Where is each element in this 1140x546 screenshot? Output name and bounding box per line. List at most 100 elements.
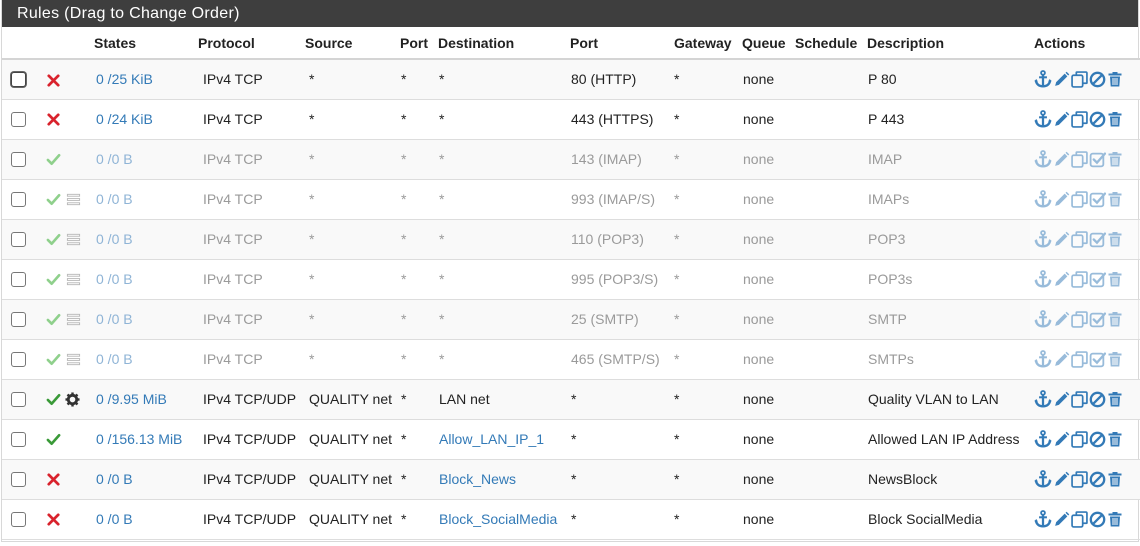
copy-icon[interactable] [1071, 430, 1088, 448]
rule-row[interactable]: 0 /0 B IPv4 TCP * * * 143 (IMAP) * none IMAP [2, 139, 1140, 180]
enable-icon[interactable] [1089, 231, 1107, 248]
states-link[interactable]: 0 /0 B [96, 231, 133, 247]
anchor-icon[interactable] [1034, 310, 1052, 328]
edit-pencil-icon[interactable] [1053, 431, 1070, 448]
rule-row[interactable]: 0 /0 B IPv4 TCP * * * 465 (SMTP/S) * none SMTPs [2, 339, 1140, 380]
edit-pencil-icon[interactable] [1053, 311, 1070, 328]
disable-icon[interactable] [1089, 431, 1106, 448]
edit-pencil-icon[interactable] [1053, 271, 1070, 288]
rule-select-checkbox[interactable] [11, 432, 26, 447]
rule-row[interactable]: 0 /0 B IPv4 TCP * * * 25 (SMTP) * none SMTP [2, 299, 1140, 340]
rule-select-checkbox[interactable] [11, 392, 26, 407]
anchor-icon[interactable] [1034, 190, 1052, 208]
copy-icon[interactable] [1071, 390, 1088, 408]
copy-icon[interactable] [1071, 110, 1088, 128]
rule-row[interactable]: 0 /0 B IPv4 TCP * * * 993 (IMAP/S) * none IMAPs [2, 179, 1140, 220]
delete-trash-icon[interactable] [1107, 271, 1123, 288]
rule-select-checkbox[interactable] [11, 472, 26, 487]
delete-trash-icon[interactable] [1107, 311, 1123, 328]
enable-icon[interactable] [1089, 191, 1107, 208]
edit-pencil-icon[interactable] [1053, 191, 1070, 208]
rule-select-checkbox[interactable] [11, 232, 26, 247]
rule-select-checkbox[interactable] [11, 272, 26, 287]
states-link[interactable]: 0 /0 B [96, 471, 133, 487]
disable-icon[interactable] [1089, 71, 1106, 88]
edit-pencil-icon[interactable] [1053, 111, 1070, 128]
disable-icon[interactable] [1089, 471, 1106, 488]
destination-alias-link[interactable]: Allow_LAN_IP_1 [439, 431, 544, 447]
delete-trash-icon[interactable] [1107, 511, 1123, 528]
edit-pencil-icon[interactable] [1053, 391, 1070, 408]
delete-trash-icon[interactable] [1107, 471, 1123, 488]
anchor-icon[interactable] [1034, 270, 1052, 288]
delete-trash-icon[interactable] [1107, 391, 1123, 408]
rule-row[interactable]: 0 /0 B IPv4 TCP * * * 995 (POP3/S) * none POP3s [2, 259, 1140, 300]
enable-icon[interactable] [1089, 311, 1107, 328]
anchor-icon[interactable] [1034, 350, 1052, 368]
copy-icon[interactable] [1071, 510, 1088, 528]
rule-row[interactable]: 0 /0 B IPv4 TCP/UDP QUALITY net * Block_News… [2, 459, 1140, 500]
copy-icon[interactable] [1071, 70, 1088, 88]
rule-select-checkbox[interactable] [11, 352, 26, 367]
states-link[interactable]: 0 /0 B [96, 271, 133, 287]
anchor-icon[interactable] [1034, 70, 1052, 88]
edit-pencil-icon[interactable] [1053, 231, 1070, 248]
states-link[interactable]: 0 /0 B [96, 311, 133, 327]
edit-pencil-icon[interactable] [1053, 351, 1070, 368]
rule-select-checkbox[interactable] [11, 312, 26, 327]
delete-trash-icon[interactable] [1107, 151, 1123, 168]
delete-trash-icon[interactable] [1107, 231, 1123, 248]
destination-alias-link[interactable]: Block_SocialMedia [439, 511, 557, 527]
anchor-icon[interactable] [1034, 150, 1052, 168]
destination-alias-link[interactable]: Block_News [439, 471, 516, 487]
anchor-icon[interactable] [1034, 510, 1052, 528]
rule-row[interactable]: 0 /24 KiB IPv4 TCP * * * 443 (HTTPS) * none P 44… [2, 99, 1140, 140]
edit-pencil-icon[interactable] [1053, 471, 1070, 488]
rule-row[interactable]: 0 /25 KiB IPv4 TCP * * * 80 (HTTP) * none P 80 [2, 59, 1140, 100]
disable-icon[interactable] [1089, 511, 1106, 528]
copy-icon[interactable] [1071, 150, 1088, 168]
rule-select-checkbox[interactable] [11, 512, 26, 527]
states-link[interactable]: 0 /25 KiB [96, 71, 153, 87]
rule-row[interactable]: 0 /0 B IPv4 TCP * * * 110 (POP3) * none POP3 [2, 219, 1140, 260]
disable-icon[interactable] [1089, 391, 1106, 408]
copy-icon[interactable] [1071, 310, 1088, 328]
rule-row[interactable]: 0 /156.13 MiB IPv4 TCP/UDP QUALITY net * All… [2, 419, 1140, 460]
states-link[interactable]: 0 /0 B [96, 151, 133, 167]
copy-icon[interactable] [1071, 470, 1088, 488]
copy-icon[interactable] [1071, 230, 1088, 248]
enable-icon[interactable] [1089, 351, 1107, 368]
rule-row[interactable]: 0 /0 B IPv4 TCP/UDP QUALITY net * Block_Soci… [2, 499, 1140, 540]
states-link[interactable]: 0 /156.13 MiB [96, 431, 182, 447]
edit-pencil-icon[interactable] [1053, 511, 1070, 528]
copy-icon[interactable] [1071, 350, 1088, 368]
enable-icon[interactable] [1089, 271, 1107, 288]
delete-trash-icon[interactable] [1107, 351, 1123, 368]
disable-icon[interactable] [1089, 111, 1106, 128]
states-link[interactable]: 0 /0 B [96, 191, 133, 207]
anchor-icon[interactable] [1034, 470, 1052, 488]
copy-icon[interactable] [1071, 190, 1088, 208]
delete-trash-icon[interactable] [1107, 191, 1123, 208]
rule-select-checkbox[interactable] [11, 152, 26, 167]
copy-icon[interactable] [1071, 270, 1088, 288]
anchor-icon[interactable] [1034, 110, 1052, 128]
edit-pencil-icon[interactable] [1053, 71, 1070, 88]
delete-trash-icon[interactable] [1107, 111, 1123, 128]
rule-select-checkbox[interactable] [11, 112, 26, 127]
anchor-icon[interactable] [1034, 230, 1052, 248]
enable-icon[interactable] [1089, 151, 1107, 168]
states-link[interactable]: 0 /9.95 MiB [96, 391, 167, 407]
edit-pencil-icon[interactable] [1053, 151, 1070, 168]
rule-select-checkbox[interactable] [11, 192, 26, 207]
states-link[interactable]: 0 /24 KiB [96, 111, 153, 127]
delete-trash-icon[interactable] [1107, 431, 1123, 448]
gateway-text: * [674, 471, 680, 487]
rule-select-checkbox[interactable] [11, 72, 26, 88]
states-link[interactable]: 0 /0 B [96, 511, 133, 527]
anchor-icon[interactable] [1034, 430, 1052, 448]
rule-row[interactable]: 0 /9.95 MiB IPv4 TCP/UDP QUALITY net * LAN n… [2, 379, 1140, 420]
delete-trash-icon[interactable] [1107, 71, 1123, 88]
anchor-icon[interactable] [1034, 390, 1052, 408]
states-link[interactable]: 0 /0 B [96, 351, 133, 367]
